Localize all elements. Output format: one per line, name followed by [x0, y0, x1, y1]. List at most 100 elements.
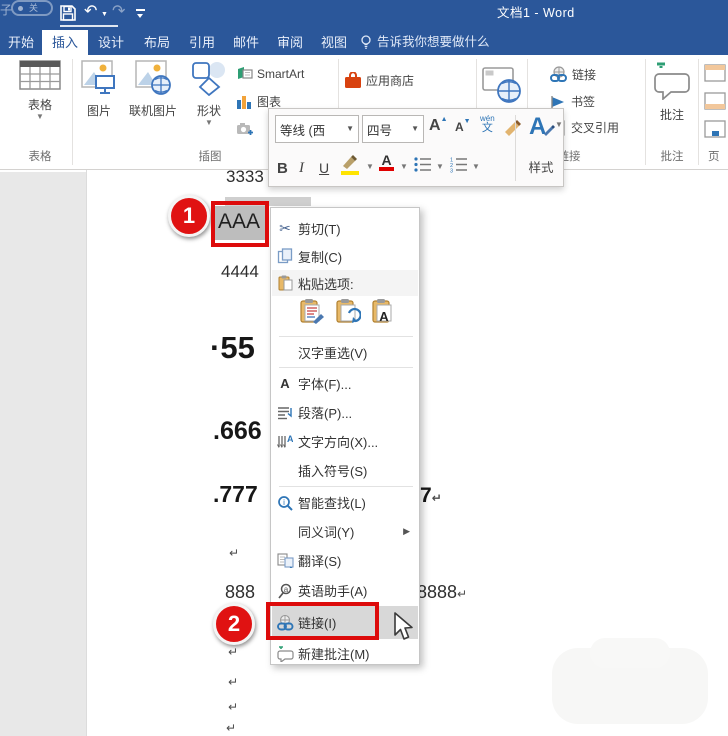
comment-button[interactable]: 批注 [648, 62, 696, 123]
italic-button[interactable]: I [299, 153, 304, 183]
highlight-dropdown-arrow[interactable]: ▼ [366, 163, 374, 171]
footer-button[interactable] [704, 92, 726, 110]
doc-line-888: 888 [225, 582, 255, 603]
paste-keep-formatting-icon[interactable] [299, 298, 325, 324]
menu-item-hanzi-reselect[interactable]: 汉字重选(V) [272, 339, 418, 365]
font-name-dropdown-arrow: ▼ [346, 125, 354, 133]
text-highlight-button[interactable] [341, 155, 361, 175]
menu-item-paragraph[interactable]: 段落(P)... [272, 399, 418, 426]
picture-button[interactable]: 图片 [76, 60, 122, 119]
undo-dropdown-arrow[interactable]: ▼ [101, 11, 108, 18]
phonetic-guide-button[interactable]: wén 文 [480, 115, 495, 134]
mini-toolbar-separator [515, 115, 516, 181]
font-name-combo[interactable]: 等线 (西 ▼ [275, 115, 359, 143]
picture-icon [80, 60, 118, 96]
font-size-dropdown-arrow: ▼ [411, 125, 419, 133]
smart-lookup-icon: i [272, 495, 298, 511]
bold-button[interactable]: B [277, 153, 288, 183]
mouse-cursor [393, 612, 415, 642]
shapes-icon [189, 60, 229, 96]
quick-access-customize-icon[interactable] [136, 9, 145, 11]
toggle-dot-icon [18, 6, 23, 11]
tab-layout[interactable]: 布局 [134, 30, 180, 55]
paste-text-only-icon[interactable]: A [371, 298, 397, 324]
online-video-button[interactable] [482, 66, 522, 104]
tell-me-box[interactable]: 告诉我你想要做什么 [360, 30, 490, 55]
tab-mailings[interactable]: 邮件 [224, 30, 268, 55]
font-size-combo[interactable]: 四号 ▼ [362, 115, 424, 143]
store-icon [344, 72, 362, 89]
svg-text:A: A [287, 434, 293, 444]
comments-group-label: 批注 [648, 148, 696, 164]
tab-references[interactable]: 引用 [180, 30, 224, 55]
underline-button[interactable]: U [319, 153, 329, 183]
link-icon [550, 66, 568, 83]
screenshot-icon [236, 121, 254, 136]
menu-item-english-assistant[interactable]: a 英语助手(A) [272, 576, 418, 605]
font-color-button[interactable]: A [379, 153, 394, 171]
paste-merge-formatting-icon[interactable] [335, 298, 361, 324]
menu-item-font[interactable]: A 字体(F)... [272, 370, 418, 397]
link-button[interactable]: 链接 [550, 66, 596, 83]
undo-icon[interactable]: ↶ [84, 1, 97, 23]
save-icon[interactable] [59, 4, 77, 22]
menu-separator [279, 367, 413, 368]
menu-item-insert-symbol[interactable]: 插入符号(S) [272, 457, 418, 484]
online-pictures-button[interactable]: 联机图片 [124, 60, 182, 119]
table-dropdown-arrow: ▼ [10, 113, 70, 121]
record-toggle[interactable]: 关 [11, 0, 53, 16]
svg-text:a: a [284, 585, 289, 594]
tab-view[interactable]: 视图 [312, 30, 356, 55]
numbering-dropdown-arrow[interactable]: ▼ [472, 163, 480, 171]
title-bar: 子 关 ↶ ▼ ↷ 文档1 - Word [0, 0, 728, 30]
format-painter-icon[interactable] [502, 118, 522, 138]
menu-item-copy[interactable]: 复制(C) [272, 242, 418, 270]
tab-home[interactable]: 开始 [0, 30, 42, 55]
window-title: 文档1 - Word [497, 2, 575, 21]
pilcrow-mark: ↵ [228, 645, 238, 659]
quick-styles-button[interactable]: A ▼ [529, 113, 546, 141]
pilcrow-mark: ↵ [228, 675, 238, 689]
tab-insert[interactable]: 插入 [42, 30, 88, 55]
smartart-button[interactable]: SmartArt [236, 66, 304, 81]
shrink-font-button[interactable]: A ▼ [455, 120, 471, 134]
menu-item-smart-lookup[interactable]: i 智能查找(L) [272, 489, 418, 516]
menu-item-text-direction[interactable]: A 文字方向(X)... [272, 428, 418, 455]
pilcrow-mark: ↵ [229, 546, 239, 560]
pilcrow-mark: ↵ [228, 700, 238, 714]
tab-design[interactable]: 设计 [88, 30, 134, 55]
header-button[interactable] [704, 64, 726, 82]
screenshot-button[interactable] [236, 121, 254, 136]
online-pictures-icon [134, 60, 172, 96]
highlight-color-bar [341, 171, 359, 175]
table-icon [19, 60, 61, 90]
doc-line-4444: 4444 [221, 262, 259, 282]
pilcrow-mark: ↵ [226, 721, 236, 735]
qat-underline [60, 25, 118, 27]
menu-item-cut[interactable]: ✂ 剪切(T) [272, 214, 418, 242]
menu-item-translate[interactable]: 翻译(S) [272, 547, 418, 574]
store-button[interactable]: 应用商店 [344, 72, 414, 89]
styles-label[interactable]: 样式 [519, 157, 563, 176]
pilcrow-mark: ↵ [457, 587, 467, 601]
menu-item-synonyms[interactable]: 同义词(Y) ▶ [272, 518, 418, 545]
text-direction-icon: A [272, 434, 298, 449]
table-button[interactable]: 表格 ▼ [10, 60, 70, 121]
cut-icon: ✂ [272, 220, 298, 237]
annotation-step-1: 1 [168, 195, 210, 237]
page-number-icon [704, 120, 726, 138]
ribbon-tab-bar: 开始 插入 设计 布局 引用 邮件 审阅 视图 告诉我你想要做什么 [0, 30, 728, 55]
header-icon [704, 64, 726, 82]
svg-text:A: A [379, 309, 389, 324]
tab-review[interactable]: 审阅 [268, 30, 312, 55]
font-color-dropdown-arrow[interactable]: ▼ [400, 163, 408, 171]
bullets-dropdown-arrow[interactable]: ▼ [436, 163, 444, 171]
shapes-button[interactable]: 形状 ▼ [184, 60, 234, 127]
grow-font-button[interactable]: A ▲ [429, 117, 448, 135]
numbering-button[interactable]: 123 [449, 156, 469, 173]
mini-toolbar: 等线 (西 ▼ 四号 ▼ A ▲ A ▼ wén 文 A ▼ B I U ▼ A [268, 108, 564, 187]
menu-item-new-comment[interactable]: 新建批注(M) [272, 641, 418, 666]
smartart-icon [236, 66, 253, 81]
page-number-button[interactable] [704, 120, 726, 138]
bullets-button[interactable] [413, 156, 433, 173]
